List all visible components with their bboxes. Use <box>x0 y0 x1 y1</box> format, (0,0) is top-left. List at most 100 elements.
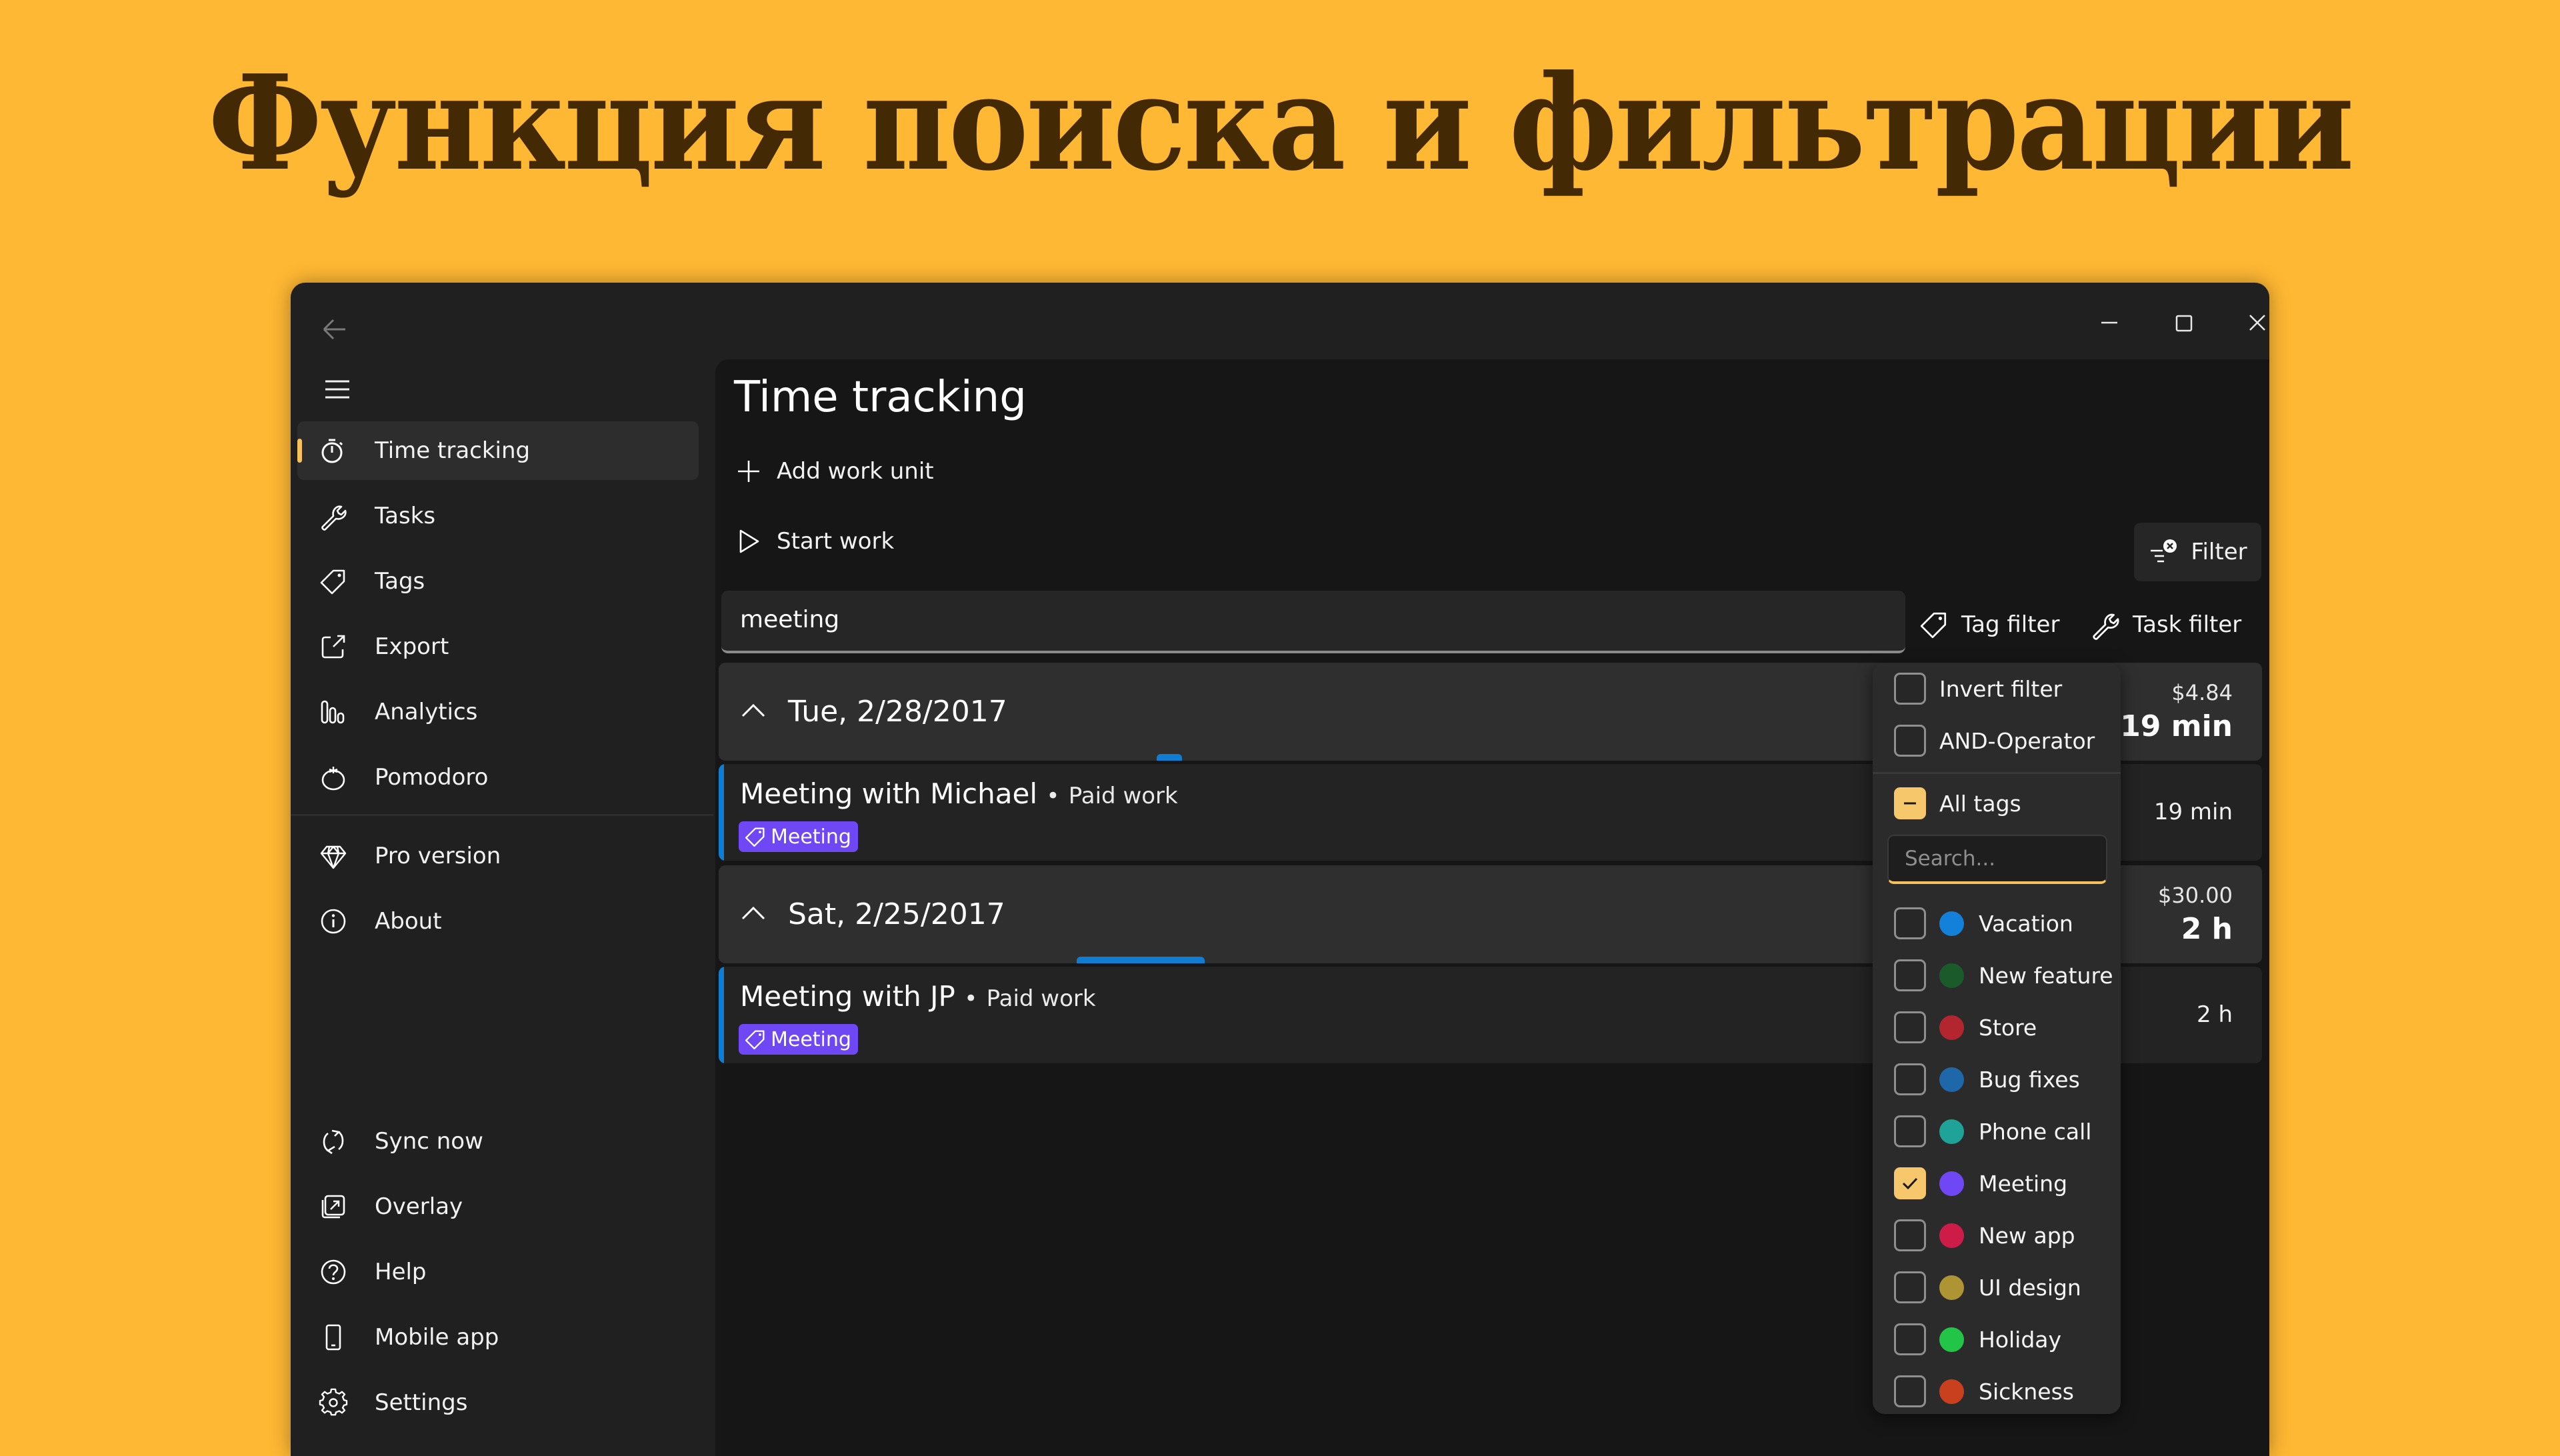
tag-chip-label: Meeting <box>771 825 851 849</box>
all-tags-checkbox[interactable]: All tags <box>1873 777 2121 829</box>
and-operator-checkbox[interactable]: AND-Operator <box>1873 715 2121 767</box>
sidebar-item-sync-now[interactable]: Sync now <box>297 1112 699 1171</box>
maximize-button[interactable] <box>2153 296 2213 349</box>
sidebar-item-overlay[interactable]: Overlay <box>297 1177 699 1236</box>
group-earnings: $4.84 <box>2171 680 2233 705</box>
group-date: Tue, 2/28/2017 <box>788 695 1007 729</box>
start-work-button[interactable]: Start work <box>734 518 894 565</box>
tag-option-holiday[interactable]: Holiday <box>1873 1313 2121 1365</box>
checkbox[interactable] <box>1894 1375 1926 1407</box>
tag-filter-flyout: Invert filter AND-Operator All tags Sear… <box>1873 663 2121 1414</box>
tag-icon <box>745 827 765 847</box>
sidebar-item-pomodoro[interactable]: Pomodoro <box>297 748 699 807</box>
checkbox[interactable] <box>1894 725 1926 757</box>
checkbox[interactable] <box>1894 1323 1926 1355</box>
search-input[interactable]: meeting <box>721 591 1905 653</box>
add-work-unit-button[interactable]: Add work unit <box>734 448 934 495</box>
arrow-left-icon <box>323 319 345 340</box>
bar-chart-icon <box>321 700 345 724</box>
tag-option-bug-fixes[interactable]: Bug fixes <box>1873 1053 2121 1105</box>
gear-icon <box>319 1388 348 1416</box>
tag-option-vacation[interactable]: Vacation <box>1873 897 2121 949</box>
all-tags-label: All tags <box>1939 790 2021 817</box>
group-earnings: $30.00 <box>2158 883 2233 908</box>
tag-option-sickness[interactable]: Sickness <box>1873 1365 2121 1417</box>
tag-chip-meeting[interactable]: Meeting <box>739 821 858 852</box>
tag-option-store[interactable]: Store <box>1873 1001 2121 1053</box>
tag-color-dot <box>1939 1327 1964 1352</box>
tag-option-label: Meeting <box>1979 1170 2068 1197</box>
sidebar-item-analytics[interactable]: Analytics <box>297 683 699 741</box>
tag-color-dot <box>1939 1223 1964 1248</box>
tag-option-new-feature[interactable]: New feature <box>1873 949 2121 1001</box>
task-filter-button[interactable]: Task filter <box>2090 601 2241 648</box>
page-title: Time tracking <box>734 373 1027 422</box>
sidebar-item-export[interactable]: Export <box>297 617 699 676</box>
tag-option-label: Store <box>1979 1014 2037 1041</box>
hamburger-icon <box>325 380 349 399</box>
tag-icon <box>1920 612 1947 639</box>
start-work-label: Start work <box>777 528 895 555</box>
tag-color-dot <box>1939 1015 1964 1040</box>
filter-clear-icon <box>2151 539 2177 563</box>
back-button[interactable] <box>315 309 355 349</box>
chevron-up-icon[interactable] <box>739 899 768 928</box>
checkbox[interactable] <box>1894 673 1926 705</box>
checkbox[interactable] <box>1894 959 1926 991</box>
checkbox[interactable] <box>1894 1271 1926 1303</box>
sidebar-item-pro-version[interactable]: Pro version <box>297 827 699 885</box>
work-unit-task: Paid work <box>1068 783 1178 809</box>
tag-color-dot <box>1939 1275 1964 1300</box>
close-button[interactable] <box>2227 296 2269 349</box>
checkbox[interactable] <box>1894 1063 1926 1095</box>
tag-color-dot <box>1939 1119 1964 1144</box>
sidebar-item-mobile-app[interactable]: Mobile app <box>297 1308 699 1367</box>
checkbox-indeterminate[interactable] <box>1894 787 1926 819</box>
checkmark-icon <box>1902 1177 1918 1190</box>
tag-option-label: New feature <box>1979 962 2113 989</box>
tag-option-label: Vacation <box>1979 910 2073 937</box>
entry-accent-bar <box>719 764 724 861</box>
sidebar-item-tags[interactable]: Tags <box>297 552 699 611</box>
separator: • <box>964 985 978 1012</box>
tag-color-dot <box>1939 1171 1964 1196</box>
tag-chip-meeting[interactable]: Meeting <box>739 1024 858 1055</box>
checkbox[interactable] <box>1894 1115 1926 1147</box>
group-date: Sat, 2/25/2017 <box>788 897 1005 931</box>
filter-button[interactable]: Filter <box>2134 523 2261 581</box>
tag-option-label: Bug fixes <box>1979 1066 2080 1093</box>
sidebar-item-settings[interactable]: Settings <box>297 1373 699 1432</box>
minimize-button[interactable] <box>2079 296 2139 349</box>
checkbox[interactable] <box>1894 907 1926 939</box>
sidebar-item-label: Overlay <box>375 1193 463 1220</box>
tag-option-new-app[interactable]: New app <box>1873 1209 2121 1261</box>
tag-option-meeting[interactable]: Meeting <box>1873 1157 2121 1209</box>
tag-search-input[interactable]: Search... <box>1887 835 2107 884</box>
checkbox[interactable] <box>1894 1167 1926 1199</box>
invert-filter-checkbox[interactable]: Invert filter <box>1873 663 2121 715</box>
chevron-up-icon[interactable] <box>739 696 768 725</box>
checkbox[interactable] <box>1894 1219 1926 1251</box>
sync-icon <box>323 1129 344 1155</box>
tag-filter-button[interactable]: Tag filter <box>1919 601 2059 648</box>
sidebar-item-help[interactable]: Help <box>297 1243 699 1301</box>
tomato-icon <box>321 767 345 791</box>
selection-indicator <box>297 439 302 463</box>
flyout-divider <box>1873 772 2121 774</box>
tag-option-ui-design[interactable]: UI design <box>1873 1261 2121 1313</box>
tag-chip-label: Meeting <box>771 1027 851 1051</box>
tag-option-phone-call[interactable]: Phone call <box>1873 1105 2121 1157</box>
overlay-icon <box>321 1195 345 1219</box>
checkbox[interactable] <box>1894 1011 1926 1043</box>
sidebar-item-time-tracking[interactable]: Time tracking <box>297 421 699 480</box>
menu-toggle-button[interactable] <box>317 369 357 409</box>
filter-label: Filter <box>2191 539 2247 565</box>
sidebar-item-label: Pro version <box>375 843 501 869</box>
tag-color-dot <box>1939 1067 1964 1092</box>
wrench-icon <box>321 505 347 531</box>
plus-icon <box>738 461 759 482</box>
sidebar-item-about[interactable]: About <box>297 892 699 951</box>
minus-icon <box>1904 802 1916 805</box>
sidebar-item-tasks[interactable]: Tasks <box>297 487 699 545</box>
group-duration: 19 min <box>2120 709 2233 743</box>
